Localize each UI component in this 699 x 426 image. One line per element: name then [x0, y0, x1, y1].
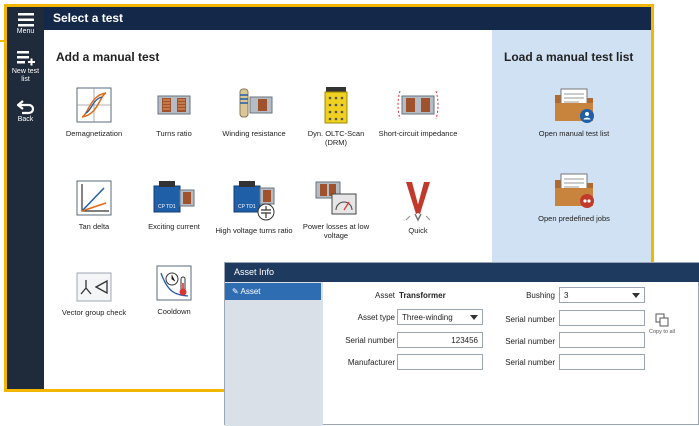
tile-turns-ratio[interactable]: Turns ratio — [134, 85, 214, 138]
tile-label: High voltage turns ratio — [215, 226, 293, 235]
tile-short-circuit[interactable]: Short-circuit impedance — [378, 85, 458, 138]
hamburger-icon — [17, 13, 34, 27]
title-bar: Select a test — [44, 7, 651, 30]
asset-info-dialog: Asset Info ✎ Asset Asset Transformer Ass… — [224, 262, 699, 426]
menu-label: Menu — [16, 28, 35, 35]
tile-demagnetization[interactable]: Demagnetization — [54, 85, 134, 138]
hv-turns-ratio-icon: CP TD1 — [233, 181, 275, 221]
folder-user-icon — [555, 88, 594, 123]
manual-test-heading: Add a manual test — [56, 50, 160, 64]
chevron-down-icon — [470, 315, 478, 320]
copy-to-all-button[interactable]: Copy to all — [648, 313, 676, 335]
tile-quick[interactable]: Quick — [378, 178, 458, 235]
copy-to-all-label: Copy to all — [649, 329, 675, 335]
asset-type-value: Three-winding — [402, 313, 453, 322]
tile-exciting-current[interactable]: CP TD1 Exciting current — [134, 178, 214, 231]
tile-label: Dyn. OLTC-Scan (DRM) — [307, 129, 365, 147]
quick-icon — [405, 182, 431, 222]
sidebar-item-label: Asset — [240, 287, 261, 296]
asset-type-select[interactable]: Three-winding — [397, 309, 483, 325]
bushing-serial-field-1[interactable] — [559, 310, 645, 326]
tile-oltc-scan[interactable]: Dyn. OLTC-Scan (DRM) — [296, 85, 376, 147]
open-predefined-jobs-button[interactable]: Open predefined jobs — [514, 170, 634, 223]
dialog-header: Asset Info — [225, 263, 699, 282]
dialog-title: Asset Info — [234, 267, 275, 277]
demagnetization-icon — [76, 87, 112, 123]
turns-ratio-icon — [157, 95, 191, 115]
tile-label: Tan delta — [78, 222, 110, 231]
tile-label: Demagnetization — [65, 129, 123, 138]
tile-vector-group[interactable]: Vector group check — [54, 270, 134, 317]
bushing-serial-field-3[interactable] — [559, 354, 645, 370]
tile-label: Vector group check — [61, 308, 127, 317]
bushing-serial-label: Serial number — [505, 358, 555, 367]
serial-number-value: 123456 — [451, 336, 478, 345]
pencil-icon: ✎ — [232, 287, 239, 296]
new-test-list-button[interactable]: New test list — [7, 51, 44, 84]
exciting-current-icon: CP TD1 — [153, 181, 195, 213]
manufacturer-label: Manufacturer — [347, 358, 395, 367]
bushing-serial-field-2[interactable] — [559, 332, 645, 348]
bushing-serial-label: Serial number — [505, 315, 555, 324]
short-circuit-icon — [397, 90, 439, 120]
asset-value: Transformer — [399, 291, 446, 300]
serial-number-label: Serial number — [345, 336, 395, 345]
side-rail: Menu New test list Back — [7, 7, 44, 389]
tile-label: Winding resistance — [222, 129, 286, 138]
back-arrow-icon — [16, 100, 34, 115]
bushing-value: 3 — [564, 291, 569, 300]
asset-type-label: Asset type — [357, 313, 395, 322]
tile-label: Quick — [408, 226, 428, 235]
asset-label: Asset — [374, 291, 395, 300]
bushing-select[interactable]: 3 — [559, 287, 645, 303]
manufacturer-field[interactable] — [397, 354, 483, 370]
tile-label: Power losses at low voltage — [302, 222, 370, 240]
menu-button[interactable]: Menu — [7, 13, 44, 36]
back-label: Back — [17, 116, 34, 123]
chevron-down-icon — [632, 293, 640, 298]
back-button[interactable]: Back — [7, 99, 44, 124]
winding-resistance-icon — [239, 88, 273, 118]
cooldown-icon — [156, 265, 192, 301]
tan-delta-icon — [76, 180, 112, 216]
svg-text:CP TD1: CP TD1 — [158, 204, 176, 210]
tile-hv-turns-ratio[interactable]: CP TD1 High voltage turns ratio — [214, 178, 294, 235]
copy-icon — [655, 313, 669, 327]
open-manual-test-list-button[interactable]: Open manual test list — [514, 85, 634, 138]
power-losses-icon — [315, 181, 357, 215]
tile-label: Open manual test list — [538, 129, 610, 138]
tile-label: Exciting current — [148, 222, 200, 231]
tile-power-losses[interactable]: Power losses at low voltage — [296, 178, 376, 240]
tile-label: Open predefined jobs — [538, 214, 610, 223]
bushing-label: Bushing — [526, 291, 555, 300]
tile-label: Turns ratio — [156, 129, 192, 138]
oltc-scan-icon — [324, 87, 348, 124]
load-list-heading: Load a manual test list — [504, 50, 634, 64]
page-title: Select a test — [53, 11, 124, 25]
dialog-sidebar: ✎ Asset — [225, 282, 323, 426]
tile-tan-delta[interactable]: Tan delta — [54, 178, 134, 231]
folder-jobs-icon — [555, 173, 594, 208]
bushing-serial-label: Serial number — [505, 337, 555, 346]
tile-label: Short-circuit impedance — [378, 129, 458, 138]
new-list-label: New test list — [11, 68, 40, 83]
vector-group-icon — [76, 272, 112, 302]
tile-winding-resistance[interactable]: Winding resistance — [214, 85, 294, 138]
new-list-icon — [16, 51, 35, 66]
tile-label: Cooldown — [157, 307, 191, 316]
sidebar-item-asset[interactable]: ✎ Asset — [225, 283, 321, 300]
tile-cooldown[interactable]: Cooldown — [134, 263, 214, 316]
serial-number-field[interactable]: 123456 — [397, 332, 483, 348]
svg-text:CP TD1: CP TD1 — [238, 204, 256, 210]
